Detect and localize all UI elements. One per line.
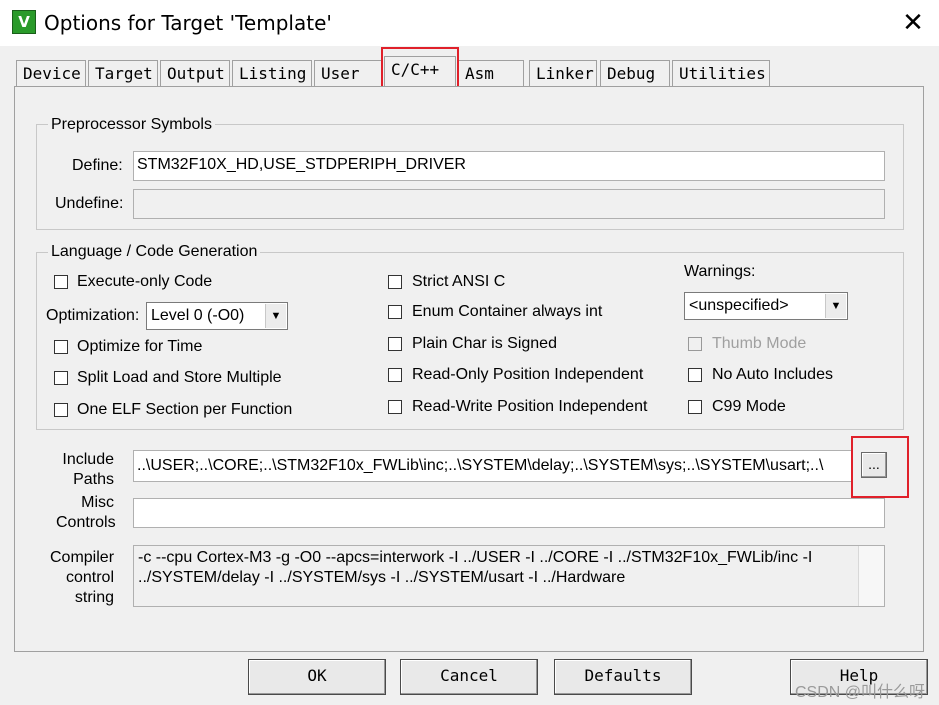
enum-container-checkbox[interactable] bbox=[388, 305, 402, 319]
c99-mode-label: C99 Mode bbox=[712, 398, 786, 415]
define-input[interactable]: STM32F10X_HD,USE_STDPERIPH_DRIVER bbox=[133, 151, 885, 181]
define-label: Define: bbox=[72, 157, 123, 174]
tab-listing[interactable]: Listing bbox=[232, 60, 312, 86]
compiler-control-string: -c --cpu Cortex-M3 -g -O0 --apcs=interwo… bbox=[133, 545, 885, 607]
undefine-label: Undefine: bbox=[55, 195, 124, 212]
compiler-control-label-line1: Compiler bbox=[50, 549, 115, 566]
compiler-control-line2: ../SYSTEM/delay -I ../SYSTEM/sys -I ../S… bbox=[138, 569, 626, 586]
tab-output[interactable]: Output bbox=[160, 60, 230, 86]
close-icon[interactable]: ✕ bbox=[895, 8, 931, 38]
compiler-control-label-line3: string bbox=[74, 589, 114, 606]
compiler-control-line1: -c --cpu Cortex-M3 -g -O0 --apcs=interwo… bbox=[138, 549, 813, 566]
preprocessor-group-title: Preprocessor Symbols bbox=[48, 116, 215, 134]
optimization-value: Level 0 (-O0) bbox=[151, 307, 245, 324]
no-auto-includes-label: No Auto Includes bbox=[712, 366, 833, 383]
undefine-input[interactable] bbox=[133, 189, 885, 219]
tab-device[interactable]: Device bbox=[16, 60, 86, 86]
plain-char-checkbox[interactable] bbox=[388, 337, 402, 351]
compiler-control-label-line2: control bbox=[65, 569, 114, 586]
misc-controls-label: Misc Controls bbox=[56, 493, 116, 533]
include-paths-label-line1: Include bbox=[62, 451, 114, 468]
chevron-down-icon[interactable]: ▼ bbox=[825, 294, 846, 318]
rw-position-checkbox[interactable] bbox=[388, 400, 402, 414]
optimize-time-label: Optimize for Time bbox=[77, 338, 203, 355]
plain-char-label: Plain Char is Signed bbox=[412, 335, 557, 352]
enum-container-label: Enum Container always int bbox=[412, 303, 603, 320]
chevron-down-icon[interactable]: ▼ bbox=[265, 304, 286, 328]
optimize-time-checkbox[interactable] bbox=[54, 340, 68, 354]
split-load-checkbox[interactable] bbox=[54, 371, 68, 385]
ok-button[interactable]: OK bbox=[248, 659, 386, 695]
misc-controls-label-line2: Controls bbox=[56, 514, 116, 531]
tab-utilities[interactable]: Utilities bbox=[672, 60, 770, 86]
tab-user[interactable]: User bbox=[314, 60, 382, 86]
one-elf-label: One ELF Section per Function bbox=[77, 401, 293, 418]
thumb-mode-label: Thumb Mode bbox=[712, 335, 807, 352]
ro-position-label: Read-Only Position Independent bbox=[412, 366, 644, 383]
keil-uvision-icon: V bbox=[12, 10, 36, 34]
misc-controls-label-line1: Misc bbox=[81, 494, 114, 511]
window-title: Options for Target 'Template' bbox=[44, 11, 332, 35]
include-paths-input[interactable]: ..\USER;..\CORE;..\STM32F10x_FWLib\inc;.… bbox=[133, 450, 853, 482]
execute-only-label: Execute-only Code bbox=[77, 273, 213, 290]
tab-target[interactable]: Target bbox=[88, 60, 158, 86]
rw-position-label: Read-Write Position Independent bbox=[412, 398, 648, 415]
language-group-title: Language / Code Generation bbox=[48, 243, 261, 261]
optimization-select[interactable]: Level 0 (-O0) ▼ bbox=[146, 302, 288, 330]
c99-mode-checkbox[interactable] bbox=[688, 400, 702, 414]
optimization-label: Optimization: bbox=[46, 307, 140, 324]
cancel-button[interactable]: Cancel bbox=[400, 659, 538, 695]
compiler-control-label: Compiler control string bbox=[50, 548, 114, 608]
tab-asm[interactable]: Asm bbox=[458, 60, 524, 86]
title-bar: V Options for Target 'Template' ✕ bbox=[0, 0, 939, 46]
split-load-label: Split Load and Store Multiple bbox=[77, 369, 282, 386]
tab-debug[interactable]: Debug bbox=[600, 60, 670, 86]
warnings-select[interactable]: <unspecified> ▼ bbox=[684, 292, 848, 320]
strict-ansi-label: Strict ANSI C bbox=[412, 273, 506, 290]
tab-linker[interactable]: Linker bbox=[529, 60, 597, 86]
include-paths-label-line2: Paths bbox=[73, 471, 114, 488]
misc-controls-input[interactable] bbox=[133, 498, 885, 528]
browse-highlight-box bbox=[851, 436, 909, 498]
strict-ansi-checkbox[interactable] bbox=[388, 275, 402, 289]
warnings-label: Warnings: bbox=[684, 263, 756, 280]
thumb-mode-checkbox bbox=[688, 337, 702, 351]
watermark: CSDN @叫什么呀 bbox=[794, 684, 925, 701]
execute-only-checkbox[interactable] bbox=[54, 275, 68, 289]
include-paths-label: Include Paths bbox=[60, 450, 114, 490]
compiler-control-scrollbar[interactable] bbox=[858, 546, 884, 606]
no-auto-includes-checkbox[interactable] bbox=[688, 368, 702, 382]
one-elf-checkbox[interactable] bbox=[54, 403, 68, 417]
ro-position-checkbox[interactable] bbox=[388, 368, 402, 382]
warnings-value: <unspecified> bbox=[689, 297, 789, 314]
defaults-button[interactable]: Defaults bbox=[554, 659, 692, 695]
